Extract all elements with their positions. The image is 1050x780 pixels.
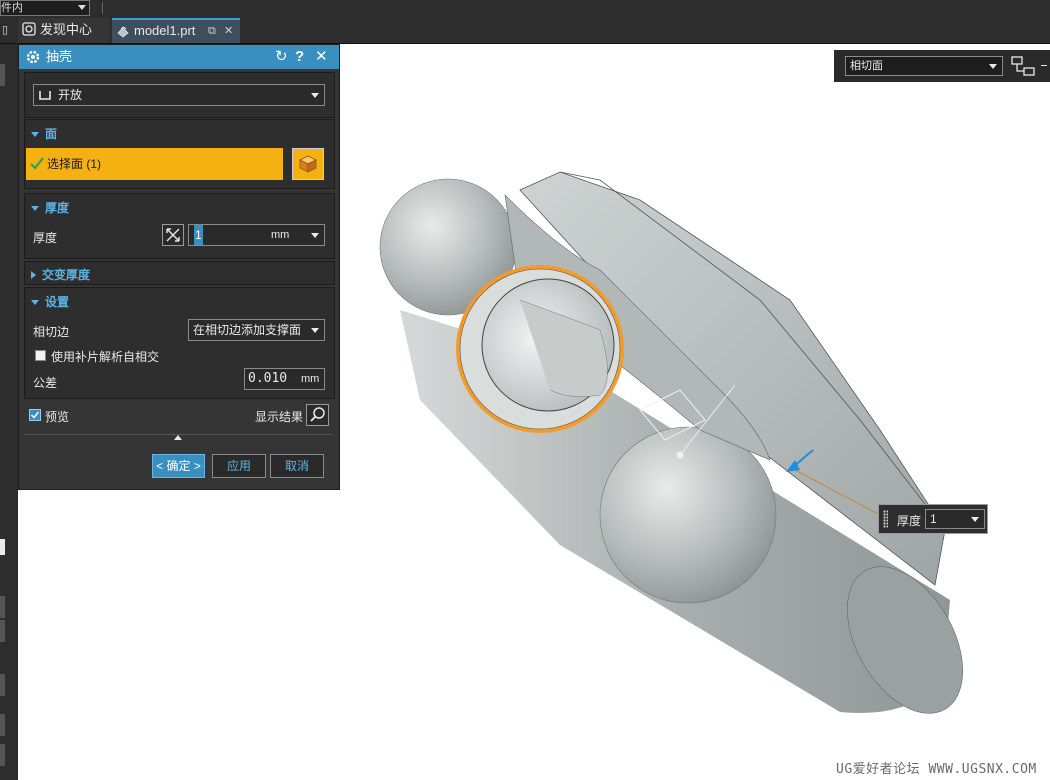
- collapse-icon: [31, 132, 39, 137]
- reverse-direction-icon: [166, 228, 180, 242]
- settings-section-header[interactable]: 设置: [31, 293, 69, 310]
- filter-scope-combo[interactable]: 件内: [0, 0, 90, 16]
- thickness-value: 1: [194, 225, 203, 245]
- patch-checkbox[interactable]: [35, 350, 46, 361]
- cancel-button[interactable]: 取消: [270, 454, 324, 478]
- show-result-button[interactable]: [306, 404, 329, 426]
- tab-model1-prt[interactable]: model1.prt ⧉ ✕: [112, 18, 240, 43]
- resource-bar: [0, 44, 18, 780]
- onscreen-thickness-field[interactable]: 1: [925, 509, 985, 529]
- help-icon[interactable]: ?: [295, 45, 304, 69]
- alternate-thickness-panel: 交变厚度: [24, 261, 335, 285]
- drag-handle-icon[interactable]: [883, 510, 888, 528]
- thickness-panel: 厚度 厚度 1 mm: [24, 193, 335, 259]
- select-face-label: 选择面 (1): [47, 157, 102, 171]
- chevron-down-icon: [78, 5, 86, 10]
- settings-panel: 设置 相切边 在相切边添加支撑面 使用补片解析自相交 公差 0.010 mm: [24, 287, 335, 399]
- preview-label: 预览: [45, 410, 70, 424]
- collapse-icon: [31, 206, 39, 211]
- collapse-icon: [31, 300, 39, 305]
- face-section-header[interactable]: 面: [31, 125, 57, 142]
- tangent-edge-value: 在相切边添加支撑面: [193, 323, 302, 337]
- select-face-button[interactable]: 选择面 (1): [26, 148, 283, 180]
- tolerance-value: 0.010: [248, 371, 288, 386]
- thickness-input[interactable]: 1 mm: [188, 224, 325, 246]
- tab-discover-center[interactable]: 发现中心: [18, 18, 110, 43]
- shell-dialog: 抽壳 ↻ ? ✕ 开放 面 选择面 (1) 厚度 厚度 1 mm 交变厚度 设置…: [18, 44, 340, 490]
- dialog-title-bar[interactable]: 抽壳 ↻ ? ✕: [19, 45, 339, 69]
- lower-sphere[interactable]: [599, 426, 777, 604]
- top-toolbar: 件内: [0, 0, 1050, 16]
- shell-type-select[interactable]: 开放: [33, 84, 325, 106]
- tab-label: model1.prt: [134, 23, 196, 38]
- resource-tab[interactable]: [0, 674, 5, 696]
- tolerance-label: 公差: [33, 376, 58, 390]
- tolerance-unit: mm: [301, 373, 320, 385]
- check-icon: [30, 411, 40, 419]
- preview-checkbox[interactable]: [29, 409, 41, 421]
- apply-button[interactable]: 应用: [212, 454, 266, 478]
- chevron-down-icon: [311, 233, 319, 238]
- document-tab-bar: ▯ 发现中心 model1.prt ⧉ ✕: [0, 16, 1050, 44]
- patch-checkbox-label: 使用补片解析自相交: [51, 350, 160, 364]
- face-rule-value: 相切面: [850, 60, 883, 72]
- chevron-down-icon: [989, 64, 997, 69]
- chevron-down-icon: [971, 517, 979, 522]
- face-selector-button[interactable]: [292, 148, 324, 180]
- resource-tab[interactable]: [0, 596, 5, 618]
- part-file-icon: [117, 26, 129, 38]
- graphics-viewport[interactable]: [339, 44, 1050, 780]
- open-shell-icon: [39, 91, 51, 100]
- resource-tab[interactable]: [0, 620, 5, 642]
- tangent-edge-select[interactable]: 在相切边添加支撑面: [188, 319, 325, 341]
- type-panel: 开放: [24, 72, 335, 118]
- dialog-title: 抽壳: [46, 49, 73, 64]
- tab-label: 发现中心: [40, 22, 93, 37]
- gear-icon: [26, 50, 40, 64]
- toolbar-more-icon[interactable]: [1041, 65, 1047, 66]
- discover-icon: [22, 22, 36, 36]
- selection-filter-bar: 相切面: [834, 50, 1050, 82]
- alternate-thickness-header[interactable]: 交变厚度: [31, 266, 90, 283]
- tolerance-input[interactable]: 0.010 mm: [244, 368, 325, 390]
- face-select-icon: [299, 155, 317, 173]
- ok-button[interactable]: < 确定 >: [152, 454, 205, 478]
- reset-icon[interactable]: ↻: [275, 45, 288, 69]
- resource-tab[interactable]: [0, 64, 5, 86]
- close-tab-icon[interactable]: ✕: [224, 20, 233, 42]
- tab-overflow[interactable]: ▯: [0, 18, 16, 43]
- watermark: UG爱好者论坛 WWW.UGSNX.COM: [836, 762, 1037, 777]
- face-rule-select[interactable]: 相切面: [845, 56, 1003, 76]
- tangent-edge-label: 相切边: [33, 325, 70, 339]
- resource-tab[interactable]: [0, 714, 5, 736]
- thickness-section-header[interactable]: 厚度: [31, 199, 69, 216]
- chevron-down-icon: [311, 93, 319, 98]
- collapse-dialog-icon[interactable]: [174, 435, 182, 440]
- onscreen-thickness-value: 1: [930, 512, 937, 526]
- filter-scope-value: 件内: [1, 2, 23, 14]
- magnifier-icon: [310, 407, 325, 422]
- close-icon[interactable]: ✕: [315, 45, 328, 69]
- shell-type-value: 开放: [58, 88, 83, 102]
- expand-icon: [31, 271, 36, 279]
- show-result-label: 显示结果: [255, 410, 304, 424]
- thickness-unit: mm: [271, 229, 290, 241]
- undock-icon[interactable]: ⧉: [208, 20, 216, 42]
- feature-tree-icon[interactable]: [1010, 55, 1036, 77]
- selected-face-opening[interactable]: [456, 265, 624, 433]
- check-icon: [30, 157, 44, 170]
- resource-tab[interactable]: [0, 744, 5, 766]
- chevron-down-icon: [311, 328, 319, 333]
- onscreen-thickness-label: 厚度: [897, 514, 922, 528]
- scroll-thumb[interactable]: [0, 539, 5, 555]
- thickness-label: 厚度: [33, 231, 58, 245]
- reverse-direction-button[interactable]: [162, 224, 184, 246]
- onscreen-thickness-input: 厚度 1: [878, 504, 988, 534]
- toolbar-divider: [102, 2, 103, 14]
